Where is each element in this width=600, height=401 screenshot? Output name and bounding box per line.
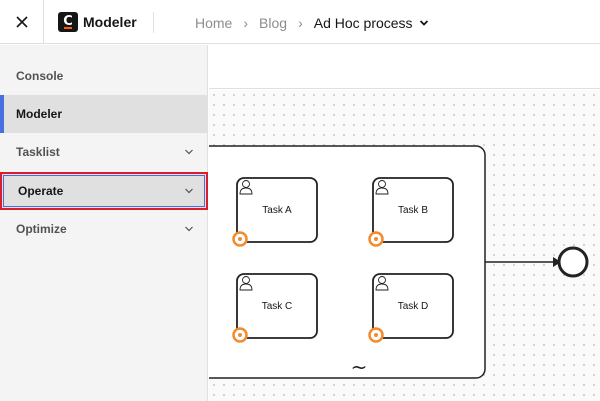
chevron-down-icon [185, 188, 193, 194]
breadcrumb-separator-icon: › [243, 15, 249, 31]
sidebar-item-label: Modeler [16, 107, 63, 121]
task-d[interactable]: Task D [368, 273, 454, 343]
timer-icon[interactable] [232, 231, 248, 247]
timer-icon[interactable] [368, 231, 384, 247]
sidebar-item-label: Operate [18, 184, 64, 198]
breadcrumb-current-process[interactable]: Ad Hoc process [314, 15, 429, 31]
app-title[interactable]: Modeler [83, 14, 137, 30]
sidebar-item-tasklist[interactable]: Tasklist [0, 133, 208, 171]
sidebar-nav: Console Modeler Tasklist Operate Optimiz… [0, 45, 208, 401]
task-label: Task B [398, 205, 428, 216]
timer-icon[interactable] [232, 327, 248, 343]
sidebar-item-label: Optimize [16, 222, 67, 236]
chevron-down-icon [419, 20, 428, 26]
sidebar-item-label: Tasklist [16, 145, 60, 159]
sidebar-item-optimize[interactable]: Optimize [0, 210, 208, 248]
task-label: Task D [398, 301, 429, 312]
chevron-down-icon [185, 149, 193, 155]
end-event[interactable] [557, 246, 589, 278]
bpmn-canvas[interactable]: ~ Task A Task B Task C Task D [209, 90, 600, 401]
sidebar-item-console[interactable]: Console [0, 57, 208, 95]
task-b[interactable]: Task B [368, 177, 454, 247]
close-icon [15, 16, 28, 28]
sidebar-item-operate[interactable]: Operate [0, 172, 208, 210]
camunda-logo-icon[interactable]: C [58, 12, 78, 32]
header-divider [153, 12, 154, 33]
breadcrumb: Home › Blog › Ad Hoc process [195, 15, 429, 31]
task-label: Task A [262, 205, 292, 216]
bpmn-diagram: ~ Task A Task B Task C Task D [209, 145, 589, 379]
sidebar-item-modeler[interactable]: Modeler [0, 95, 208, 133]
sidebar-item-label: Console [16, 69, 64, 83]
breadcrumb-separator-icon: › [298, 15, 303, 31]
breadcrumb-home[interactable]: Home [195, 15, 232, 31]
task-c[interactable]: Task C [232, 273, 318, 343]
task-a[interactable]: Task A [232, 177, 318, 247]
top-header: C Modeler Home › Blog › Ad Hoc process [0, 0, 600, 44]
breadcrumb-current-label: Ad Hoc process [313, 15, 413, 31]
modeler-toolbar [209, 45, 600, 89]
timer-icon[interactable] [368, 327, 384, 343]
chevron-down-icon [185, 226, 193, 232]
breadcrumb-blog[interactable]: Blog [259, 15, 287, 31]
task-label: Task C [262, 301, 293, 312]
adhoc-marker-icon: ~ [351, 355, 368, 379]
close-menu-button[interactable] [0, 0, 44, 44]
